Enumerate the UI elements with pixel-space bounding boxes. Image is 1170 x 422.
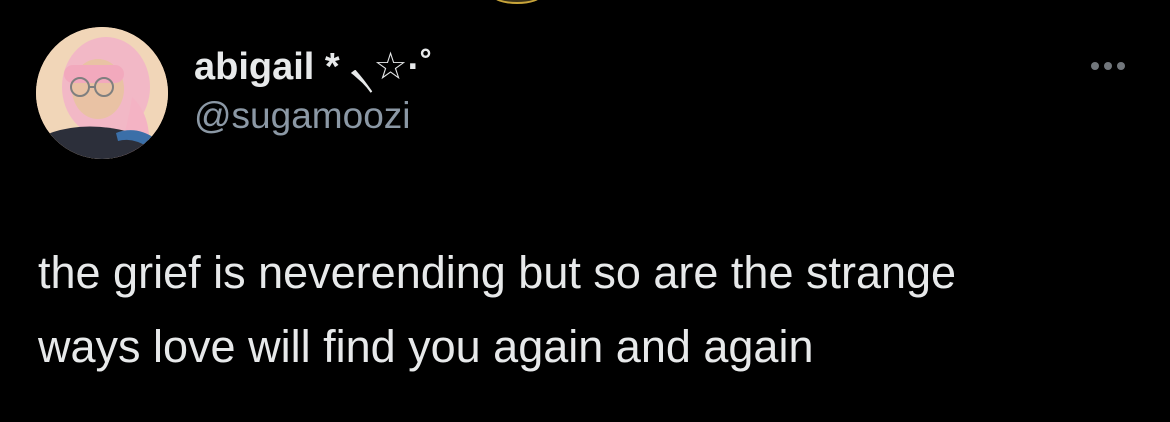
tweet-text-line: the grief is neverending but so are the … xyxy=(38,247,957,298)
more-horizontal-icon xyxy=(1117,62,1125,70)
tweet-text-line: ways love will find you again and again xyxy=(38,321,814,372)
avatar-photo-icon xyxy=(36,27,168,159)
tweet-text: the grief is neverending but so are the … xyxy=(38,236,1138,384)
more-horizontal-icon xyxy=(1104,62,1112,70)
tweet-card[interactable]: abigail * ৲☆·˚ @sugamoozi the grief is n… xyxy=(0,0,1170,422)
avatar[interactable] xyxy=(36,27,168,159)
display-name[interactable]: abigail * ৲☆·˚ xyxy=(194,44,433,90)
more-options-button[interactable] xyxy=(1082,54,1134,78)
more-horizontal-icon xyxy=(1091,62,1099,70)
user-handle[interactable]: @sugamoozi xyxy=(194,94,433,138)
tweet-header: abigail * ৲☆·˚ @sugamoozi xyxy=(194,44,433,138)
